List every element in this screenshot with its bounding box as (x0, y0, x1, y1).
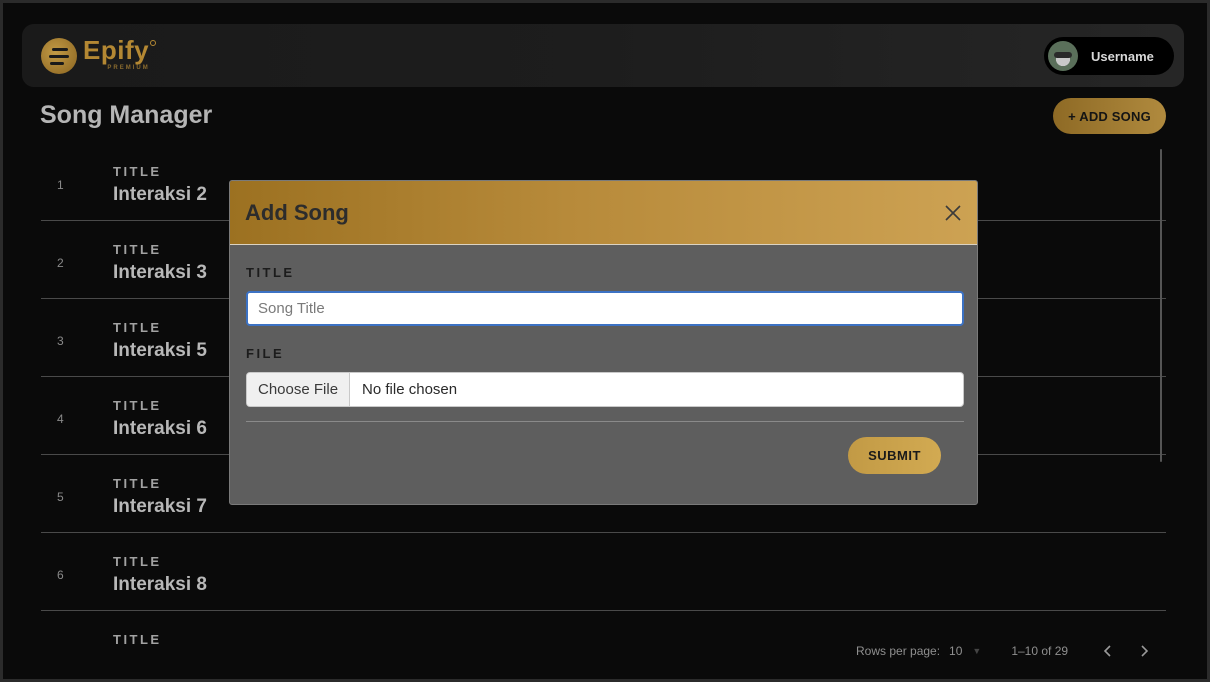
song-title: Interaksi 2 (113, 184, 207, 205)
chevron-left-icon[interactable] (1100, 643, 1116, 659)
avatar (1048, 41, 1078, 71)
song-title: Interaksi 7 (113, 496, 207, 517)
app-frame: Epify PREMIUM Username Song Manager + AD… (3, 3, 1207, 679)
username: Username (1091, 48, 1154, 64)
file-input[interactable]: Choose File No file chosen (246, 372, 964, 407)
add-song-modal: Add Song TITLE FILE Choose File No file … (229, 180, 978, 505)
row-number: 1 (57, 178, 64, 192)
divider (246, 421, 964, 422)
row-label: TITLE (113, 554, 162, 569)
hamburger-icon[interactable] (41, 38, 77, 74)
row-label: TITLE (113, 632, 162, 647)
row-number: 2 (57, 256, 64, 270)
song-title: Interaksi 8 (113, 574, 207, 595)
song-title: Interaksi 3 (113, 262, 207, 283)
brand-dot-icon (150, 40, 157, 46)
rows-per-page-label: Rows per page: (856, 644, 941, 658)
user-menu[interactable]: Username (1044, 37, 1174, 75)
add-song-button[interactable]: + ADD SONG (1053, 98, 1166, 134)
row-number: 5 (57, 490, 64, 504)
logo: Epify PREMIUM (41, 35, 157, 74)
row-label: TITLE (113, 242, 162, 257)
row-number: 4 (57, 412, 64, 426)
row-number: 6 (57, 568, 64, 582)
close-icon[interactable] (943, 203, 963, 223)
rows-per-page-value: 10 (949, 644, 963, 658)
brand: Epify PREMIUM (83, 35, 157, 71)
modal-title: Add Song (245, 200, 349, 225)
row-label: TITLE (113, 476, 162, 491)
list-item[interactable]: 6 TITLE Interaksi 8 (41, 533, 1166, 611)
page-title: Song Manager (40, 101, 213, 129)
file-field-label: FILE (246, 346, 285, 361)
row-label: TITLE (113, 398, 162, 413)
song-title: Interaksi 5 (113, 340, 207, 361)
top-navbar: Epify PREMIUM Username (22, 24, 1184, 87)
pagination: Rows per page: 10 ▼ 1–10 of 29 (856, 643, 1152, 659)
song-title-input[interactable] (246, 291, 964, 326)
file-status: No file chosen (362, 381, 458, 398)
caret-down-icon: ▼ (972, 646, 982, 656)
song-title: Interaksi 6 (113, 418, 207, 439)
brand-name: Epify (83, 35, 150, 65)
title-field-label: TITLE (246, 265, 295, 280)
row-number: 3 (57, 334, 64, 348)
choose-file-button[interactable]: Choose File (247, 373, 351, 406)
modal-header: Add Song (230, 181, 977, 245)
scrollbar[interactable] (1160, 149, 1162, 462)
brand-subtitle: PREMIUM (107, 65, 150, 71)
submit-button[interactable]: SUBMIT (848, 437, 941, 474)
chevron-right-icon[interactable] (1136, 643, 1152, 659)
row-label: TITLE (113, 164, 162, 179)
page-range: 1–10 of 29 (1011, 644, 1069, 658)
rows-per-page-select[interactable]: 10 ▼ (949, 644, 981, 658)
row-label: TITLE (113, 320, 162, 335)
